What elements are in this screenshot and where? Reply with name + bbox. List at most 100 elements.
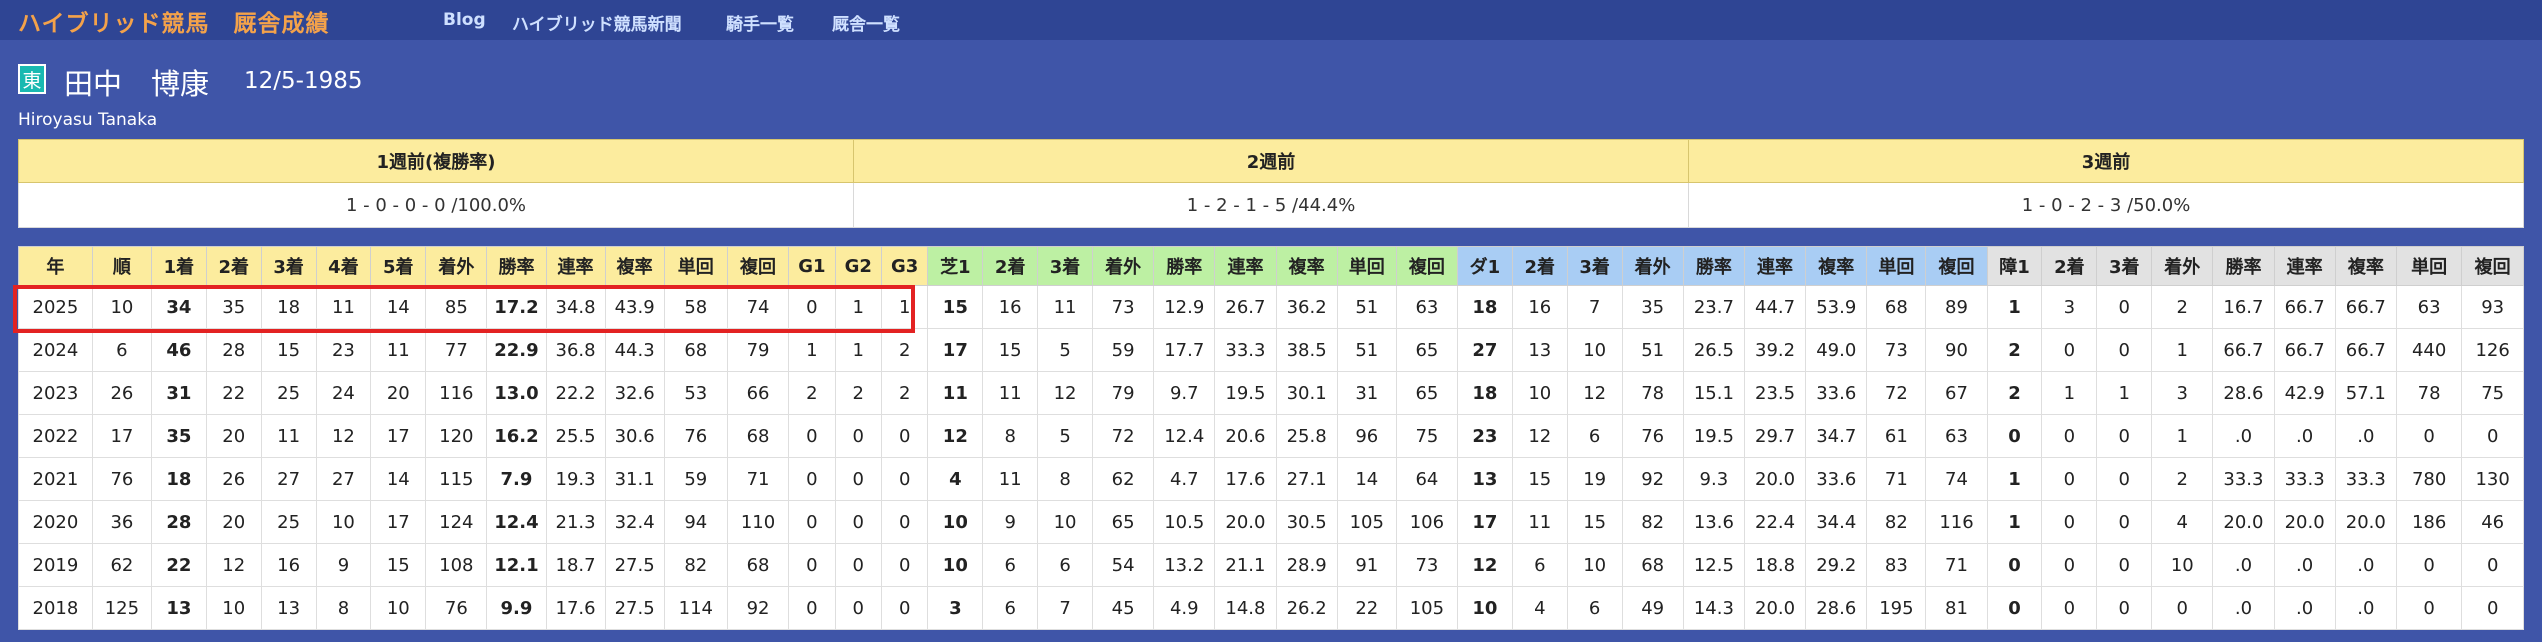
stats-cell: 14 [370,457,427,501]
nav-link-blog[interactable]: Blog [443,10,486,30]
stats-cell: 53.9 [1805,285,1868,329]
stats-cell: 17 [91,414,152,458]
stats-cell: 78 [1621,371,1684,415]
stats-cell: 4 [927,457,984,501]
stats-cell: 12.4 [486,500,547,544]
stats-cell: 0 [1986,586,2043,630]
stats-cell: 0 [2096,285,2153,329]
stats-cell: 28 [205,328,262,372]
stats-cell: 105 [1336,500,1397,544]
stats-cell: 4.7 [1153,457,1216,501]
stats-row: 2022 17 35 20 11 12 17 120 16.2 25.5 30.6 76 68 0 0 0 12… [18,414,2524,458]
stats-cell: 0 [2041,414,2098,458]
stats-cell: 22.2 [545,371,606,415]
stats-cell: 19 [1566,457,1623,501]
stats-cell: 2021 [18,457,93,501]
stats-cell: 25 [260,371,317,415]
stats-cell: 34.8 [545,285,606,329]
stats-cell: 30.6 [604,414,665,458]
stats-cell: 63 [2395,285,2463,329]
stats-cell: 0 [2096,328,2153,372]
stats-cell: 12 [1457,543,1513,587]
stats-cell: 126 [2461,328,2524,372]
stats-cell: 6 [982,586,1039,630]
stats-cell: 0 [788,285,836,329]
stats-row: 2020 36 28 20 25 10 17 124 12.4 21.3 32.4 94 110 0 0 0 1… [18,500,2524,544]
nav-link-stable-list[interactable]: 厩舎一覧 [832,10,900,35]
stats-cell: 33.3 [2334,457,2397,501]
stats-col-header: G1 [788,246,836,286]
stats-cell: 16 [260,543,317,587]
stats-cell: 92 [1621,457,1684,501]
stats-cell: 68 [726,543,790,587]
stats-cell: 3 [2151,371,2214,415]
stats-col-header: 1着 [150,246,207,286]
stats-cell: 6 [1511,543,1568,587]
stats-cell: 10 [2151,543,2214,587]
nav-link-newspaper[interactable]: ハイブリッド競馬新聞 [512,10,682,35]
stats-cell: .0 [2273,586,2336,630]
stats-cell: 28.9 [1275,543,1338,587]
stats-cell: 10 [370,586,427,630]
stats-cell: 17 [370,414,427,458]
stats-col-header: 4着 [315,246,372,286]
stats-cell: 82 [1621,500,1684,544]
stats-cell: 0 [788,457,836,501]
stats-cell: 85 [425,285,488,329]
stats-row: 2019 62 22 12 16 9 15 108 12.1 18.7 27.5 82 68 0 0 0 10 6… [18,543,2524,587]
stats-cell: 65 [1395,371,1459,415]
stats-cell: 21.1 [1214,543,1277,587]
stats-cell: 59 [663,457,728,501]
stats-cell: 0 [880,543,929,587]
recent-weeks-table: 1週前(複勝率) 2週前 3週前 1 - 0 - 0 - 0 /100.0% 1… [18,139,2524,228]
stats-cell: 76 [425,586,488,630]
stats-col-header: 連率 [1743,246,1807,286]
stats-cell: 23.5 [1743,371,1807,415]
stats-col-header: 2着 [1511,246,1568,286]
stats-cell: 63 [1925,414,1988,458]
stats-cell: 2 [2151,285,2214,329]
stats-cell: 20.0 [2212,500,2275,544]
stats-col-header: 3着 [2096,246,2153,286]
site-title[interactable]: ハイブリッド競馬 厩舎成績 [18,4,330,38]
stats-cell: 12 [1566,371,1623,415]
nav-link-jockey-list[interactable]: 騎手一覧 [726,10,794,35]
stats-cell: 32.6 [604,371,665,415]
stats-cell: 0 [834,586,882,630]
stats-cell: 26 [205,457,262,501]
stats-col-header: 単回 [1866,246,1927,286]
stats-cell: 1 [788,328,836,372]
stats-cell: 0 [834,457,882,501]
stats-col-header: G3 [880,246,929,286]
stats-cell: 36 [91,500,152,544]
stats-cell: 2024 [18,328,93,372]
stats-cell: 2025 [18,285,93,329]
stats-cell: 9 [315,543,372,587]
stats-header-row: 年順 1着 2着 3着 4着 5着 着外 勝率 連率 複率 単回 複回 G1 G2 G3 芝1 2着 3着 着外 勝率… [18,246,2524,286]
stats-cell: 0 [2041,328,2098,372]
stats-cell: 46 [150,328,207,372]
stats-cell: 28.6 [2212,371,2275,415]
stats-col-header: 複率 [604,246,665,286]
jockey-romanized-name: Hiroyasu Tanaka [18,110,158,130]
stats-cell: 0 [1986,414,2043,458]
stats-cell: 0 [2096,543,2153,587]
stats-cell: 65 [1091,500,1155,544]
stats-cell: 120 [425,414,488,458]
stats-cell: 1 [2151,328,2214,372]
stats-cell: 64 [1395,457,1459,501]
stats-cell: 9 [982,500,1039,544]
stats-cell: 0 [2096,414,2153,458]
stats-cell: 440 [2395,328,2463,372]
week-value-3: 1 - 0 - 2 - 3 /50.0% [1688,182,2524,228]
stats-col-header: 複率 [1805,246,1868,286]
stats-cell: 33.3 [2212,457,2275,501]
stats-cell: 18.7 [545,543,606,587]
stats-col-header: 勝率 [2212,246,2275,286]
stats-cell: 0 [2395,586,2463,630]
stats-cell: 66.7 [2334,328,2397,372]
stats-cell: 12.1 [486,543,547,587]
stats-cell: 108 [425,543,488,587]
stats-col-header: 3着 [260,246,317,286]
stats-cell: 59 [1091,328,1155,372]
